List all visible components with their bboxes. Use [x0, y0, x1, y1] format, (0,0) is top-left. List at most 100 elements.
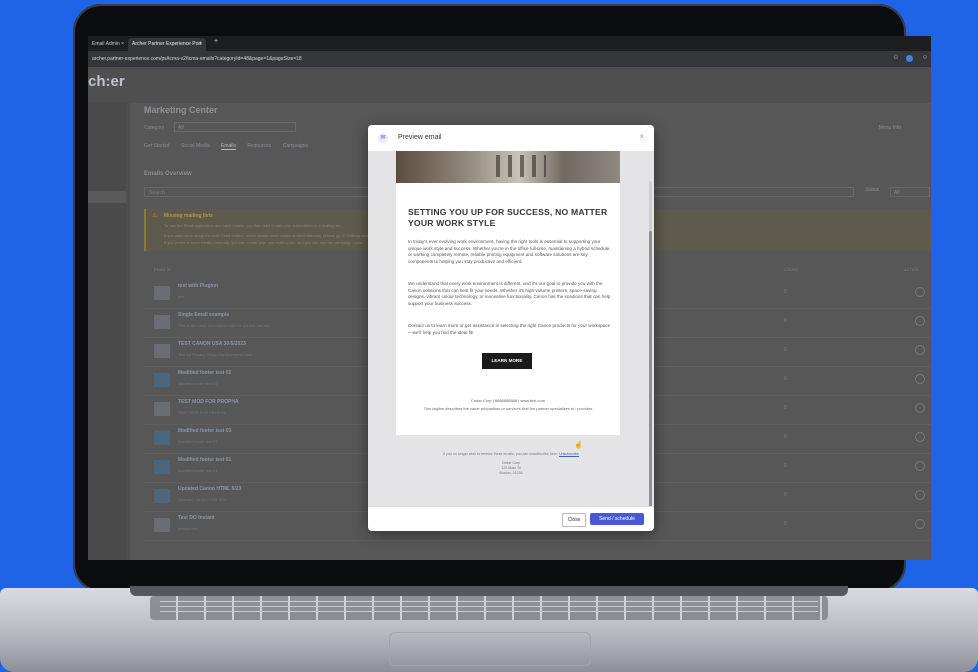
email-thumbnail [154, 373, 170, 387]
warning-icon: ⚠ [152, 213, 158, 219]
email-name[interactable]: Modified footer test 02 [178, 370, 231, 376]
tab-resources[interactable]: Resources [247, 143, 271, 149]
email-name[interactable]: Single Email example [178, 312, 229, 318]
tab-emails[interactable]: Emails [221, 143, 237, 150]
hero-image [396, 151, 620, 183]
screen: Email Admin × Archer Partner Experience P… [88, 36, 931, 560]
modal-header: ✉ Preview email × [368, 125, 654, 151]
email-description: Updated Canon HTML 5/23 [178, 497, 227, 502]
send-schedule-button[interactable]: Send / schedule [590, 513, 644, 525]
email-name[interactable]: Test DO Instant [178, 515, 215, 521]
email-description: Modified footer test 01 [178, 468, 218, 473]
email-name[interactable]: test with Pluginn [178, 283, 218, 289]
email-count: 0 [784, 405, 787, 411]
menu-info-link[interactable]: Menu Info [879, 125, 901, 131]
email-headline: SETTING YOU UP FOR SUCCESS, NO MATTER YO… [408, 207, 608, 228]
email-count: 0 [784, 376, 787, 382]
modal-footer: Close Send / schedule [368, 506, 654, 531]
app-logo[interactable]: ch:er [88, 73, 125, 90]
email-count: 0 [784, 347, 787, 353]
category-select[interactable]: All [174, 122, 296, 132]
unsubscribe-text: If you no longer wish to receive these e… [443, 452, 558, 456]
email-paragraph: Contact us to learn more or get assistan… [408, 323, 611, 335]
unsubscribe-line: If you no longer wish to receive these e… [368, 452, 654, 456]
new-tab-icon[interactable]: + [214, 38, 218, 45]
close-icon[interactable]: × [121, 38, 124, 51]
extension-icon[interactable] [906, 55, 913, 62]
status-select[interactable]: All [890, 187, 930, 197]
alert-text: If you prefer to send emails manually, y… [164, 240, 365, 245]
modal-body[interactable]: SETTING YOU UP FOR SUCCESS, NO MATTER YO… [368, 151, 654, 506]
action-icon[interactable] [915, 287, 925, 297]
address-bar[interactable]: archer.partner-experience.com/ps/tcma-v2… [88, 51, 931, 67]
star-icon[interactable]: ☆ [893, 53, 899, 61]
mail-icon: ✉ [378, 133, 388, 143]
close-icon[interactable]: × [639, 132, 644, 141]
footer-address: Cedar Corp 123 Main St Boston, 01234 [368, 461, 654, 476]
email-description: Test for Privacy Policy Replacement Code [178, 352, 253, 357]
email-description: test [178, 294, 185, 299]
tab-social-media[interactable]: Social Media [181, 143, 210, 149]
url-text[interactable]: archer.partner-experience.com/ps/tcma-v2… [92, 54, 302, 64]
footer-contact: Cedar Corp | 8888888888 | www.test.com [470, 398, 546, 403]
email-thumbnail [154, 431, 170, 445]
email-paragraph: We understand that every work environmen… [408, 281, 611, 306]
email-thumbnail [154, 344, 170, 358]
page-title: Marketing Center [144, 105, 218, 115]
laptop-hinge [130, 586, 848, 596]
sidebar-item-active[interactable] [88, 191, 126, 203]
email-thumbnail [154, 402, 170, 416]
email-name[interactable]: Modified footer test 01 [178, 457, 231, 463]
action-icon[interactable] [915, 519, 925, 529]
keyboard-rows [160, 600, 818, 616]
action-icon[interactable] [915, 345, 925, 355]
email-thumbnail [154, 286, 170, 300]
emails-overview-title: Emails Overview [144, 171, 192, 177]
email-count: 0 [784, 289, 787, 295]
unsubscribe-link[interactable]: Unsubscribe [559, 452, 579, 456]
email-count: 0 [784, 463, 787, 469]
email-name[interactable]: TEST MOD FOR PROPHA [178, 399, 239, 405]
close-icon[interactable]: × [199, 38, 202, 51]
email-count: 0 [784, 318, 787, 324]
alert-title: Missing mailing lists [164, 213, 213, 219]
action-icon[interactable] [915, 403, 925, 413]
action-icon[interactable] [915, 461, 925, 471]
tab-get-started[interactable]: Get Started [144, 143, 170, 149]
email-count: 0 [784, 492, 787, 498]
modal-title: Preview email [398, 134, 442, 141]
tab-campaigns[interactable]: Campaigns [283, 143, 308, 149]
email-name[interactable]: Updated Canon HTML 5/23 [178, 486, 241, 492]
mouse-cursor-icon: ☝ [574, 442, 583, 449]
browser-tab-bar: Email Admin × Archer Partner Experience P… [88, 36, 931, 51]
email-count: 0 [784, 521, 787, 527]
column-header-email[interactable]: EMAIL ID [154, 267, 171, 272]
action-icon[interactable] [915, 432, 925, 442]
alert-text: To use the Email application and send em… [164, 223, 342, 228]
close-button[interactable]: Close [562, 513, 586, 527]
action-icon[interactable] [915, 490, 925, 500]
preview-email-modal: ✉ Preview email × SETTING YOU UP FOR SUC… [368, 125, 654, 531]
email-description: Modified footer test 02 [178, 381, 218, 386]
email-thumbnail [154, 460, 170, 474]
column-header-count[interactable]: COUNT [784, 267, 798, 272]
email-name[interactable]: TEST CANON USA 30/5/2023 [178, 341, 246, 347]
email-description: TEST MOD FOR PROPHA [178, 410, 227, 415]
browser-tab-email-admin[interactable]: Email Admin × [88, 38, 128, 51]
email-description: Modified footer test 03 [178, 439, 218, 444]
email-thumbnail [154, 518, 170, 532]
section-tabs: Get Started Social Media Emails Resource… [144, 143, 318, 150]
sidebar [88, 103, 126, 560]
action-icon[interactable] [915, 374, 925, 384]
column-header-action: ACTION [904, 267, 920, 272]
browser-tab-archer[interactable]: Archer Partner Experience Port × [128, 38, 206, 51]
learn-more-button[interactable]: LEARN MORE [482, 353, 532, 369]
address-line: Boston, 01234 [499, 471, 523, 475]
profile-icon[interactable]: ○ [923, 54, 927, 61]
email-name[interactable]: Modified footer test 03 [178, 428, 231, 434]
email-thumbnail [154, 489, 170, 503]
email-description: Instant test [178, 526, 198, 531]
email-thumbnail [154, 315, 170, 329]
action-icon[interactable] [915, 316, 925, 326]
trackpad [389, 632, 591, 666]
